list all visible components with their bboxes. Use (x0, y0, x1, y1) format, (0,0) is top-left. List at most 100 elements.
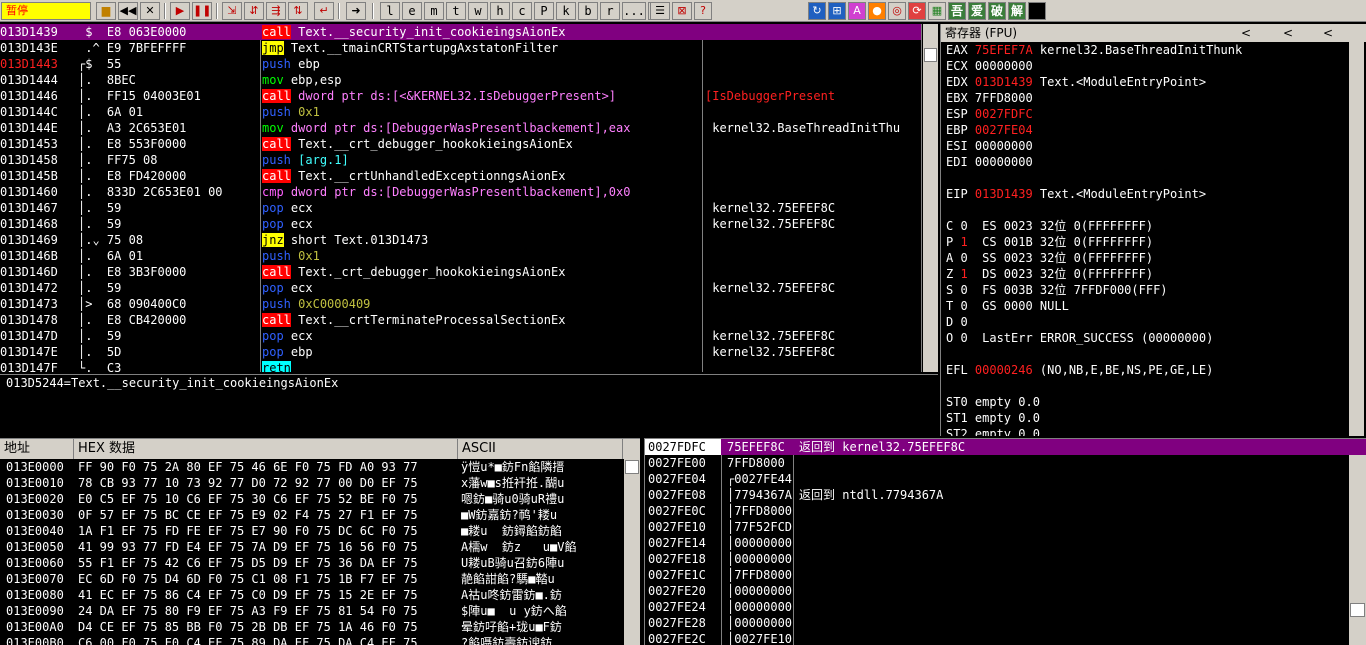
register-value[interactable]: 00000000 (975, 155, 1033, 169)
dump-row[interactable]: 013E00B0 C6 00 F0 75 E0 C4 EF 75 89 DA EF… (0, 635, 640, 645)
refresh-icon[interactable]: ↻ (808, 2, 826, 20)
options-icon[interactable]: ⊠ (672, 2, 692, 20)
stack-row[interactable]: 0027FE04 ┌0027FE44 (645, 471, 1366, 487)
register-value[interactable]: 0027FDFC (975, 107, 1033, 121)
register-value[interactable]: 0027FE04 (975, 123, 1033, 137)
toolbar-letter-0[interactable]: l (380, 2, 400, 20)
toolbar-letter-7[interactable]: P (534, 2, 554, 20)
register-line[interactable]: S 0 FS 003B 32位 7FFDF000(FFF) (941, 282, 1366, 298)
register-value[interactable]: 00000000 (975, 139, 1033, 153)
toolbar-cjk-1[interactable]: 吾 (948, 2, 966, 20)
disasm-row[interactable]: 013D1444 │. 8BEC mov ebp,esp (0, 72, 921, 88)
dump-row[interactable]: 013E0050 41 99 93 77 FD E4 EF 75 7A D9 EF… (0, 539, 640, 555)
toolbar-cjk-2[interactable]: 爱 (968, 2, 986, 20)
register-line[interactable]: ESP 0027FDFC (941, 106, 1366, 122)
disasm-row[interactable]: 013D1458 │. FF75 08 push [arg.1] (0, 152, 921, 168)
execute-till-return-icon[interactable]: ↵ (314, 2, 334, 20)
stack-scrollbar[interactable] (1349, 455, 1366, 645)
disasm-row[interactable]: 013D1446 │. FF15 04003E01 call dword ptr d… (0, 88, 921, 104)
dump-row[interactable]: 013E0070 EC 6D F0 75 D4 6D F0 75 C1 08 F1… (0, 571, 640, 587)
register-value[interactable]: 00000000 (975, 59, 1033, 73)
disassembly-pane[interactable]: 013D1439 $ E8 063E0000 call Text.__securi… (0, 24, 922, 372)
stack-pane[interactable]: 0027FDFC 75EFEF8C 返回到 kernel32.75EFEF8C 002… (644, 438, 1366, 645)
sync-icon[interactable]: ⟳ (908, 2, 926, 20)
memory-dump-pane[interactable]: 地址 HEX 数据 ASCII 013E0000 FF 90 F0 75 2A 8… (0, 438, 640, 645)
register-value[interactable]: 00000246 (975, 363, 1033, 377)
disasm-row[interactable]: 013D1439 $ E8 063E0000 call Text.__securi… (0, 24, 921, 40)
dump-row[interactable]: 013E0030 0F 57 EF 75 BC CE EF 75 E9 02 F4… (0, 507, 640, 523)
disasm-row[interactable]: 013D1473 │> 68 090400C0 push 0xC0000409 (0, 296, 921, 312)
step-over-icon[interactable]: ⇵ (244, 2, 264, 20)
disasm-row[interactable]: 013D144C │. 6A 01 push 0x1 (0, 104, 921, 120)
toolbar-letter-6[interactable]: c (512, 2, 532, 20)
disasm-row[interactable]: 013D1453 │. E8 553F0000 call Text.__crt_de… (0, 136, 921, 152)
register-value[interactable]: 013D1439 (975, 75, 1033, 89)
stack-row[interactable]: 0027FDFC 75EFEF8C 返回到 kernel32.75EFEF8C (645, 439, 1366, 455)
back-arrow-icon[interactable]: < (1323, 24, 1333, 42)
stack-row[interactable]: 0027FE28 │00000000 (645, 615, 1366, 631)
plugin-icon[interactable]: ⊞ (828, 2, 846, 20)
register-value[interactable]: 013D1439 (975, 187, 1033, 201)
dump-row[interactable]: 013E00A0 D4 CE EF 75 85 BB F0 75 2B DB EF… (0, 619, 640, 635)
registers-scrollbar[interactable] (1349, 42, 1364, 436)
register-value[interactable]: 1 (960, 267, 967, 281)
trace-into-icon[interactable]: ⇶ (266, 2, 286, 20)
stack-row[interactable]: 0027FE18 │00000000 (645, 551, 1366, 567)
dump-header-hex[interactable]: HEX 数据 (74, 439, 458, 459)
register-line[interactable]: D 0 (941, 314, 1366, 330)
register-line[interactable]: P 1 CS 001B 32位 0(FFFFFFFF) (941, 234, 1366, 250)
register-line[interactable]: C 0 ES 0023 32位 0(FFFFFFFF) (941, 218, 1366, 234)
stack-row[interactable]: 0027FE10 │77F52FCD (645, 519, 1366, 535)
stack-row[interactable]: 0027FE08 │7794367A 返回到 ntdll.7794367A (645, 487, 1366, 503)
stack-row[interactable]: 0027FE1C │7FFD8000 (645, 567, 1366, 583)
register-line[interactable]: EBX 7FFD8000 (941, 90, 1366, 106)
disasm-row[interactable]: 013D143E .^ E9 7BFEFFFF jmp Text.__tmainC… (0, 40, 921, 56)
toolbar-letter-9[interactable]: b (578, 2, 598, 20)
disasm-row[interactable]: 013D147D │. 59 pop ecx kernel32.75EFEF8C (0, 328, 921, 344)
register-line[interactable]: ST0 empty 0.0 (941, 394, 1366, 410)
grid-icon[interactable]: ▦ (928, 2, 946, 20)
step-into-icon[interactable]: ⇲ (222, 2, 242, 20)
target-icon[interactable]: ◎ (888, 2, 906, 20)
disasm-row[interactable]: 013D1478 │. E8 CB420000 call Text.__crtTer… (0, 312, 921, 328)
trace-over-icon[interactable]: ⇅ (288, 2, 308, 20)
register-line[interactable]: ST2 empty 0.0 (941, 426, 1366, 436)
disasm-row[interactable]: 013D1472 │. 59 pop ecx kernel32.75EFEF8C (0, 280, 921, 296)
run-icon[interactable]: ▶ (170, 2, 190, 20)
register-line[interactable]: A 0 SS 0023 32位 0(FFFFFFFF) (941, 250, 1366, 266)
stack-row[interactable]: 0027FE14 │00000000 (645, 535, 1366, 551)
dump-scrollbar[interactable] (624, 458, 640, 645)
register-line[interactable] (941, 202, 1366, 218)
register-line[interactable]: Z 1 DS 0023 32位 0(FFFFFFFF) (941, 266, 1366, 282)
list-icon[interactable]: ☰ (650, 2, 670, 20)
close-icon[interactable]: ✕ (140, 2, 160, 20)
disasm-row[interactable]: 013D147E │. 5D pop ebp kernel32.75EFEF8C (0, 344, 921, 360)
register-line[interactable]: ESI 00000000 (941, 138, 1366, 154)
dump-row[interactable]: 013E0020 E0 C5 EF 75 10 C6 EF 75 30 C6 EF… (0, 491, 640, 507)
restart-icon[interactable]: ◀◀ (118, 2, 138, 20)
toolbar-letter-5[interactable]: h (490, 2, 510, 20)
dump-header-addr[interactable]: 地址 (0, 439, 74, 459)
dump-row[interactable]: 013E0040 1A F1 EF 75 FD FE EF 75 E7 90 F0… (0, 523, 640, 539)
goto-icon[interactable]: ➜ (346, 2, 366, 20)
next-arrow-icon[interactable]: < (1283, 24, 1293, 42)
prev-arrow-icon[interactable]: < (1241, 24, 1251, 42)
dump-row[interactable]: 013E0060 55 F1 EF 75 42 C6 EF 75 D5 D9 EF… (0, 555, 640, 571)
register-line[interactable]: ST1 empty 0.0 (941, 410, 1366, 426)
stack-row[interactable]: 0027FE2C │0027FE10 (645, 631, 1366, 645)
toolbar-cjk-3[interactable]: 破 (988, 2, 1006, 20)
register-line[interactable]: EIP 013D1439 Text.<ModuleEntryPoint> (941, 186, 1366, 202)
register-line[interactable]: EDX 013D1439 Text.<ModuleEntryPoint> (941, 74, 1366, 90)
register-value[interactable]: 75EFEF7A (975, 43, 1033, 57)
toolbar-letter-8[interactable]: k (556, 2, 576, 20)
toolbar-letter-4[interactable]: w (468, 2, 488, 20)
dump-row[interactable]: 013E0000 FF 90 F0 75 2A 80 EF 75 46 6E F0… (0, 459, 640, 475)
dump-row[interactable]: 013E0080 41 EC EF 75 86 C4 EF 75 C0 D9 EF… (0, 587, 640, 603)
register-value[interactable]: 7FFD8000 (975, 91, 1033, 105)
register-line[interactable] (941, 346, 1366, 362)
dump-header-ascii[interactable]: ASCII (458, 439, 623, 459)
disasm-row[interactable]: 013D147F └. C3 retn (0, 360, 921, 372)
help-icon[interactable]: ? (694, 2, 712, 20)
toolbar-cjk-4[interactable]: 解 (1008, 2, 1026, 20)
disasm-row[interactable]: 013D146D │. E8 3B3F0000 call Text._crt_deb… (0, 264, 921, 280)
